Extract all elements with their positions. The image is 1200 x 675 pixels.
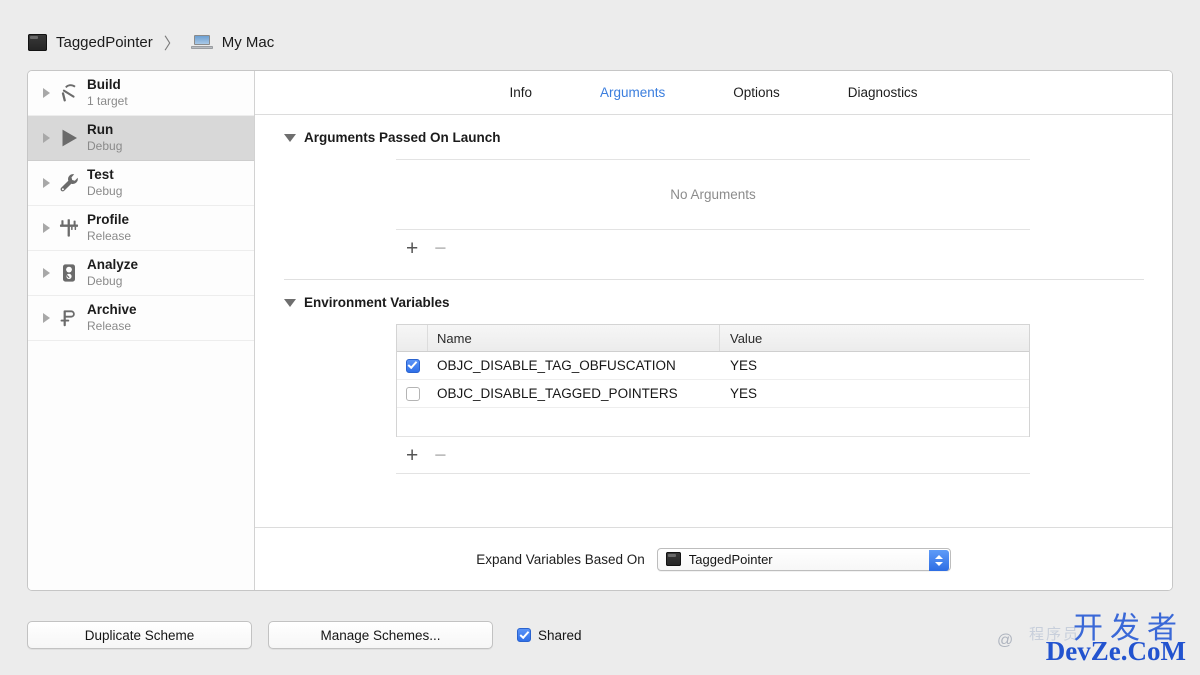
mac-laptop-icon: [190, 34, 213, 50]
sidebar-item-build-label: Build: [87, 77, 121, 93]
table-header-row: Name Value: [397, 324, 1029, 352]
table-header-check: [397, 325, 428, 351]
wrench-icon: [54, 168, 84, 198]
table-header-name: Name: [428, 325, 720, 351]
disclosure-triangle-icon[interactable]: [38, 268, 54, 278]
environment-section-header[interactable]: Environment Variables: [255, 295, 1172, 310]
manage-schemes-button[interactable]: Manage Schemes...: [268, 621, 493, 649]
sidebar-item-test-sub: Debug: [87, 183, 123, 198]
project-icon: [28, 33, 47, 51]
row-name-cell[interactable]: OBJC_DISABLE_TAGGED_POINTERS: [428, 380, 720, 407]
row-value-cell[interactable]: YES: [720, 352, 1029, 379]
scheme-editor-window: Build 1 target Run Debug Test Debug Prof…: [27, 70, 1173, 591]
sidebar-item-archive-sub: Release: [87, 318, 132, 333]
archive-icon: [54, 303, 84, 333]
arguments-empty-label: No Arguments: [670, 187, 756, 202]
arguments-section-header[interactable]: Arguments Passed On Launch: [255, 130, 1172, 145]
arguments-list: No Arguments + −: [396, 159, 1030, 266]
sidebar-item-build-sub: 1 target: [87, 93, 128, 108]
sidebar-item-run-label: Run: [87, 122, 114, 138]
sidebar-item-profile-label: Profile: [87, 212, 130, 228]
environment-section-title: Environment Variables: [304, 295, 450, 310]
sidebar-item-run-sub: Debug: [87, 138, 123, 153]
row-checkbox-cell[interactable]: [397, 358, 428, 373]
sidebar-item-archive-label: Archive: [87, 302, 137, 318]
environment-variables-table: Name Value OBJC_DISABLE_TAG_OBFUSCATION …: [396, 324, 1030, 474]
table-empty-area: [397, 408, 1029, 437]
shared-checkbox[interactable]: [517, 628, 531, 642]
chevron-updown-icon[interactable]: [928, 549, 949, 571]
sidebar-item-profile[interactable]: Profile Release: [28, 206, 254, 251]
breadcrumb-project[interactable]: TaggedPointer: [28, 33, 153, 51]
tab-diagnostics[interactable]: Diagnostics: [844, 83, 922, 102]
sidebar-item-analyze-sub: Debug: [87, 273, 123, 288]
shared-checkbox-group[interactable]: Shared: [517, 628, 582, 643]
arguments-section-title: Arguments Passed On Launch: [304, 130, 501, 145]
chevron-down-icon[interactable]: [284, 133, 296, 142]
detail-body: Arguments Passed On Launch No Arguments …: [255, 115, 1172, 527]
checkbox-unchecked-icon[interactable]: [405, 386, 420, 401]
bottom-button-bar: Duplicate Scheme Manage Schemes... Share…: [27, 620, 1173, 650]
project-icon: [665, 552, 681, 566]
breadcrumb-destination-label: My Mac: [221, 33, 275, 51]
play-icon: [54, 123, 84, 153]
tab-arguments[interactable]: Arguments: [596, 83, 669, 102]
hammer-icon: [54, 78, 84, 108]
scheme-actions-sidebar: Build 1 target Run Debug Test Debug Prof…: [28, 71, 255, 590]
tab-options[interactable]: Options: [729, 83, 784, 102]
tab-info[interactable]: Info: [505, 83, 536, 102]
row-value-cell[interactable]: YES: [720, 380, 1029, 407]
checkbox-checked-icon[interactable]: [405, 358, 420, 373]
environment-list-controls: + −: [396, 437, 1030, 473]
breadcrumb-project-label: TaggedPointer: [56, 33, 153, 51]
remove-environment-variable-button[interactable]: −: [434, 445, 446, 466]
divider: [396, 473, 1030, 474]
breadcrumb-separator-icon: 〉: [163, 36, 180, 53]
shared-label: Shared: [538, 627, 582, 643]
sidebar-item-test[interactable]: Test Debug: [28, 161, 254, 206]
table-header-value: Value: [730, 330, 763, 346]
disclosure-triangle-icon[interactable]: [38, 88, 54, 98]
arguments-list-controls: + −: [396, 230, 1030, 266]
remove-argument-button[interactable]: −: [434, 238, 446, 259]
calipers-icon: [54, 213, 84, 243]
breadcrumb: TaggedPointer 〉 My Mac: [28, 28, 274, 56]
detail-pane: Info Arguments Options Diagnostics Argum…: [255, 71, 1172, 590]
add-environment-variable-button[interactable]: +: [406, 445, 418, 466]
table-row[interactable]: OBJC_DISABLE_TAG_OBFUSCATION YES: [397, 352, 1029, 380]
disclosure-triangle-icon[interactable]: [38, 313, 54, 323]
breadcrumb-destination[interactable]: My Mac: [190, 33, 275, 51]
expand-variables-popup-button[interactable]: TaggedPointer: [656, 547, 951, 571]
table-row[interactable]: OBJC_DISABLE_TAGGED_POINTERS YES: [397, 380, 1029, 408]
disclosure-triangle-icon[interactable]: [38, 133, 54, 143]
chevron-down-icon[interactable]: [284, 298, 296, 307]
sidebar-item-build[interactable]: Build 1 target: [28, 71, 254, 116]
section-divider: [284, 279, 1144, 280]
expand-variables-label: Expand Variables Based On: [476, 551, 645, 567]
row-name-cell[interactable]: OBJC_DISABLE_TAG_OBFUSCATION: [428, 352, 720, 379]
sidebar-item-run[interactable]: Run Debug: [28, 116, 254, 161]
add-argument-button[interactable]: +: [406, 238, 418, 259]
sidebar-item-archive[interactable]: Archive Release: [28, 296, 254, 341]
detail-tab-bar: Info Arguments Options Diagnostics: [255, 71, 1172, 115]
expand-variables-bar: Expand Variables Based On TaggedPointer: [255, 527, 1172, 590]
sidebar-item-analyze-label: Analyze: [87, 257, 139, 273]
analyze-icon: [54, 258, 84, 288]
disclosure-triangle-icon[interactable]: [38, 223, 54, 233]
expand-variables-selected-value: TaggedPointer: [688, 551, 773, 567]
sidebar-item-profile-sub: Release: [87, 228, 132, 243]
row-checkbox-cell[interactable]: [397, 386, 428, 401]
disclosure-triangle-icon[interactable]: [38, 178, 54, 188]
sidebar-item-analyze[interactable]: Analyze Debug: [28, 251, 254, 296]
duplicate-scheme-button[interactable]: Duplicate Scheme: [27, 621, 252, 649]
sidebar-item-test-label: Test: [87, 167, 114, 183]
